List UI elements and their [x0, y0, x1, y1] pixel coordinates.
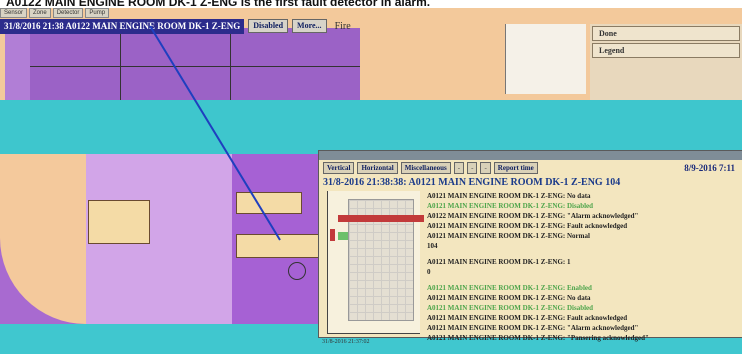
event-line[interactable]: 0 [427, 267, 737, 277]
upper-zone-main[interactable] [30, 28, 360, 102]
vertical-button[interactable]: Vertical [323, 162, 355, 174]
alarm-history-window: Vertical Horizontal Miscellaneous - - - … [318, 150, 742, 345]
upper-deck-plan: Sensor Zone Detector Pump 31/8/2016 21:3… [0, 8, 742, 104]
event-line[interactable]: A0121 MAIN ENGINE ROOM DK-1 Z-ENG: No da… [427, 293, 737, 303]
more-button[interactable]: More... [292, 19, 327, 33]
main-engine-room-detector[interactable] [236, 234, 322, 258]
tab-zone[interactable]: Zone [29, 8, 51, 18]
wall-line [230, 28, 231, 100]
event-list: A0121 MAIN ENGINE ROOM DK-1 Z-ENG: No da… [427, 191, 737, 343]
room-block[interactable] [88, 200, 150, 244]
event-line[interactable]: A0122 MAIN ENGINE ROOM DK-1 Z-ENG: "Alar… [427, 211, 737, 221]
alarm-bar: 31/8/2016 21:38 A0122 MAIN ENGINE ROOM D… [0, 18, 351, 34]
tab-sensor[interactable]: Sensor [0, 8, 28, 18]
event-line[interactable]: A0121 MAIN ENGINE ROOM DK-1 Z-ENG: Norma… [427, 231, 737, 241]
tab-pump[interactable]: Pump [85, 8, 110, 18]
enabled-marker [338, 232, 348, 240]
event-line[interactable]: A0121 MAIN ENGINE ROOM DK-1 Z-ENG: No da… [427, 191, 737, 201]
horizontal-button[interactable]: Horizontal [357, 162, 398, 174]
popup-toolbar: Vertical Horizontal Miscellaneous - - - … [319, 160, 742, 176]
event-line[interactable]: A0121 MAIN ENGINE ROOM DK-1 Z-ENG: 1 [427, 257, 737, 267]
alarm-marker [330, 229, 335, 241]
alarm-header: 31/8-2016 21:38:38: A0121 MAIN ENGINE RO… [323, 177, 621, 188]
timeline-graph[interactable]: 31/8-2016 21:37:02 [322, 191, 424, 345]
target-icon [288, 262, 306, 280]
legend-button[interactable]: Legend [592, 43, 740, 58]
room-block[interactable] [236, 192, 302, 214]
graph-start-time: 31/8-2016 21:37:02 [322, 339, 370, 345]
scroll-button[interactable]: - [467, 162, 478, 174]
alarm-text[interactable]: 31/8/2016 21:38 A0122 MAIN ENGINE ROOM D… [0, 18, 245, 34]
done-button[interactable]: Done [592, 26, 740, 41]
event-line[interactable]: A0121 MAIN ENGINE ROOM DK-1 Z-ENG: Fault… [427, 221, 737, 231]
wall-line [120, 28, 121, 100]
disabled-button[interactable]: Disabled [248, 19, 289, 33]
tab-detector[interactable]: Detector [52, 8, 84, 18]
miscellaneous-button[interactable]: Miscellaneous [400, 162, 451, 174]
event-line[interactable]: A0121 MAIN ENGINE ROOM DK-1 Z-ENG: Fault… [427, 313, 737, 323]
event-line[interactable]: A0121 MAIN ENGINE ROOM DK-1 Z-ENG: Enabl… [427, 283, 737, 293]
event-line[interactable]: A0121 MAIN ENGINE ROOM DK-1 Z-ENG: Disab… [427, 303, 737, 313]
event-line[interactable]: A0121 MAIN ENGINE ROOM DK-1 Z-ENG: "Pans… [427, 333, 737, 343]
fire-label: Fire [334, 20, 351, 32]
right-panel: Done Legend [590, 24, 742, 104]
ship-monitor-screen: Sensor Zone Detector Pump 31/8/2016 21:3… [0, 8, 742, 354]
top-tab-bar: Sensor Zone Detector Pump [0, 8, 110, 18]
scroll-button[interactable]: - [480, 162, 491, 174]
stairs-area [505, 24, 586, 94]
event-line[interactable]: A0121 MAIN ENGINE ROOM DK-1 Z-ENG: Disab… [427, 201, 737, 211]
current-date: 8/9-2016 7:11 [684, 163, 735, 173]
event-line[interactable]: A0121 MAIN ENGINE ROOM DK-1 Z-ENG: "Alar… [427, 323, 737, 333]
upper-zone-left[interactable] [5, 28, 33, 100]
sea-area-top [0, 100, 742, 154]
window-titlebar[interactable] [319, 151, 742, 160]
wall-line [30, 66, 360, 67]
alarm-bar-mark [338, 215, 424, 222]
report-time-button[interactable]: Report time [493, 162, 538, 174]
event-line[interactable]: 104 [427, 241, 737, 251]
scroll-button[interactable]: - [453, 162, 465, 174]
